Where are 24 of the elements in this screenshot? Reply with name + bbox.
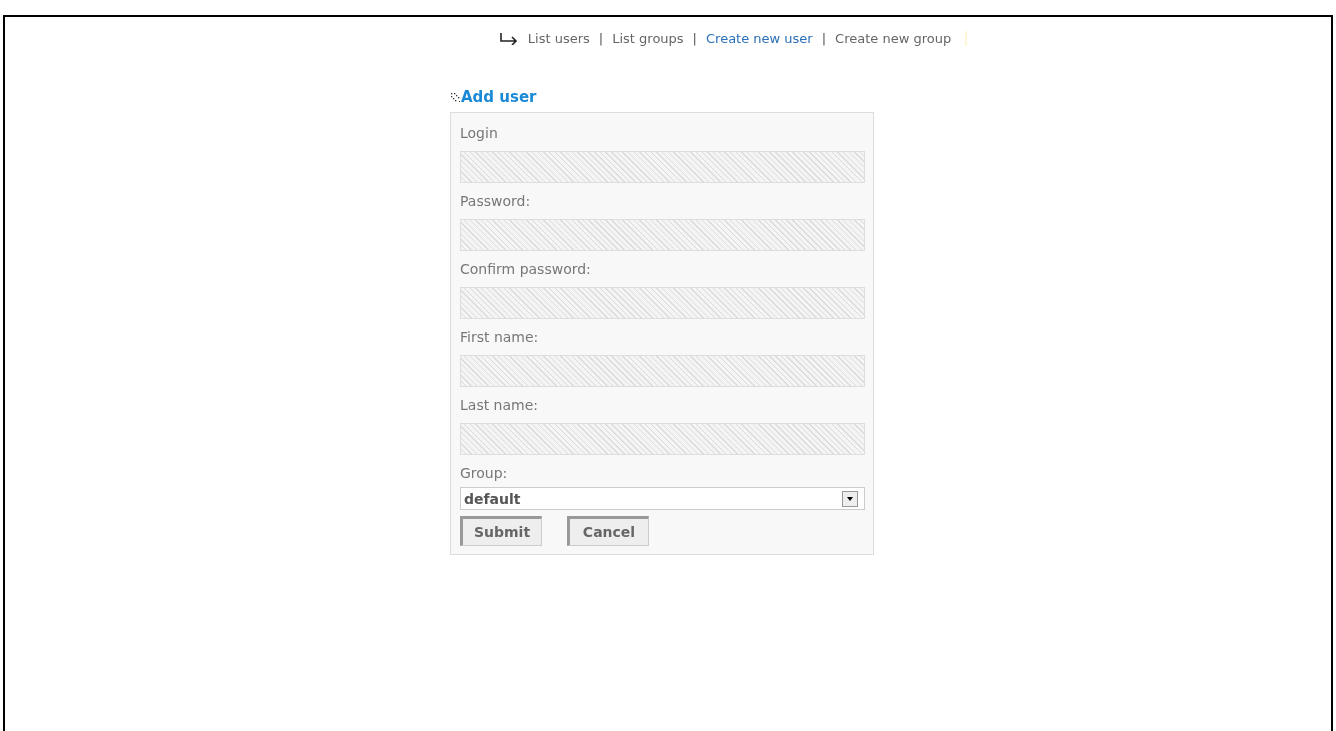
arrow-icon (498, 32, 519, 45)
form-title: Add user (461, 88, 537, 106)
form-button[interactable]: Submit (460, 516, 542, 546)
nav-link[interactable]: Create new group (835, 31, 952, 46)
input-field[interactable] (460, 219, 865, 251)
input-field[interactable] (460, 423, 865, 455)
field-label: Last name: (460, 397, 540, 413)
group-select[interactable]: default (460, 487, 865, 510)
separator: | (692, 31, 697, 46)
input-field[interactable] (460, 287, 865, 319)
field-label: Password: (460, 193, 532, 209)
field-label: Confirm password: (460, 261, 592, 277)
field-label: First name: (460, 329, 540, 345)
form-button[interactable]: Cancel (567, 516, 649, 546)
input-field[interactable] (460, 151, 865, 183)
dots-icon (450, 92, 460, 102)
input-field[interactable] (460, 355, 865, 387)
separator: | (598, 31, 604, 46)
field-label: Login (460, 125, 499, 141)
nav-link[interactable]: List users (527, 31, 590, 46)
nav-link[interactable]: Create new user (706, 31, 813, 46)
nav-link[interactable]: List groups (612, 31, 684, 46)
separator: | (821, 31, 827, 46)
field-label: Group: (460, 465, 509, 481)
